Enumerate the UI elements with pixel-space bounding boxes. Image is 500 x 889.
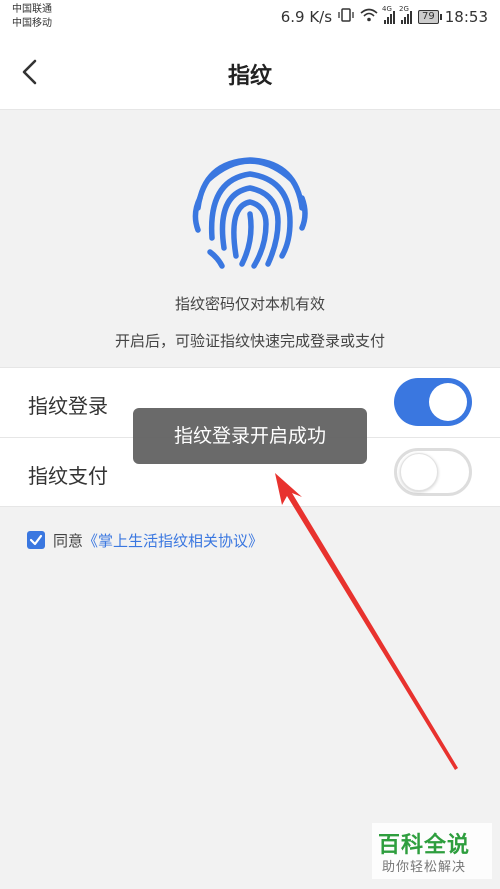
toast-message: 指纹登录开启成功 xyxy=(133,408,367,464)
toggle-knob xyxy=(429,383,467,421)
agree-checkbox[interactable] xyxy=(27,531,45,549)
fingerprint-icon xyxy=(192,157,308,269)
signal-4g-icon: 4G xyxy=(382,5,396,24)
wifi-icon xyxy=(360,8,378,26)
login-toggle[interactable] xyxy=(394,378,472,426)
status-icons: 6.9 K/s 4G 2G 79 18:53 xyxy=(280,5,488,28)
watermark-logo: 百科全说 xyxy=(378,833,471,858)
carrier-1: 中国联通 xyxy=(12,4,52,15)
watermark: 百科全说 助你轻松解决 xyxy=(372,823,492,879)
nav-bar: 指纹 xyxy=(0,36,500,110)
agreement-link[interactable]: 《掌上生活指纹相关协议》 xyxy=(83,530,263,551)
vibrate-icon xyxy=(338,7,354,27)
payment-toggle[interactable] xyxy=(394,448,472,496)
hint-text-1: 指纹密码仅对本机有效 xyxy=(174,295,325,313)
hint-text-2: 开启后，可验证指纹快速完成登录或支付 xyxy=(114,332,385,350)
status-bar: 中国联通 中国移动 6.9 K/s 4G 2G 79 18:53 xyxy=(0,0,500,36)
checkmark-icon xyxy=(29,534,43,546)
agreement-row: 同意 《掌上生活指纹相关协议》 xyxy=(27,529,263,551)
setting-label: 指纹登录 xyxy=(28,394,108,418)
network-speed: 6.9 K/s xyxy=(280,8,333,26)
toggle-knob xyxy=(400,453,438,491)
signal-2g-icon: 2G xyxy=(399,5,413,24)
agree-text: 同意 xyxy=(53,531,84,550)
carrier-2: 中国移动 xyxy=(12,18,52,29)
page-title: 指纹 xyxy=(227,64,272,89)
setting-label: 指纹支付 xyxy=(28,464,108,488)
clock: 18:53 xyxy=(444,8,488,26)
battery-icon: 79 xyxy=(418,10,442,24)
watermark-subtitle: 助你轻松解决 xyxy=(382,860,467,875)
